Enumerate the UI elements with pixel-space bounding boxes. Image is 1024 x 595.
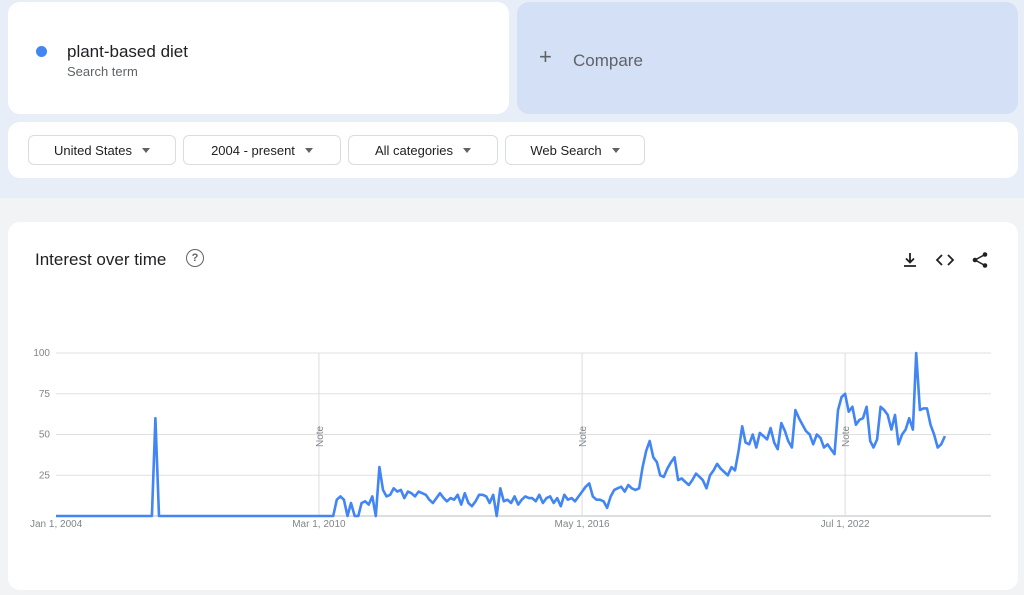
time-range-filter[interactable]: 2004 - present xyxy=(183,135,341,165)
search-type-filter[interactable]: Web Search xyxy=(505,135,645,165)
region-filter-label: United States xyxy=(53,142,133,158)
note-label: Note xyxy=(315,425,326,447)
region-filter[interactable]: United States xyxy=(28,135,176,165)
category-filter-label: All categories xyxy=(374,142,454,158)
note-label: Note xyxy=(841,425,852,447)
compare-button[interactable]: + Compare xyxy=(517,2,1018,114)
interest-line-chart[interactable]: 25 50 75 100 Jan 1, 2004 Mar 1, 2010 May 1, 20… xyxy=(8,222,1018,590)
x-tick-label: Jan 1, 2004 xyxy=(30,519,83,530)
plus-icon: + xyxy=(539,44,552,69)
y-tick-label: 50 xyxy=(39,430,51,441)
note-label: Note xyxy=(578,425,589,447)
dropdown-arrow-icon xyxy=(463,147,472,153)
search-term-name[interactable]: plant-based diet xyxy=(67,42,188,62)
dropdown-arrow-icon xyxy=(611,147,620,153)
series-color-dot xyxy=(36,46,47,57)
interest-over-time-card: Interest over time ? 25 50 75 100 Jan 1, 200… xyxy=(8,222,1018,590)
y-tick-label: 100 xyxy=(33,348,50,359)
category-filter[interactable]: All categories xyxy=(348,135,498,165)
y-tick-label: 25 xyxy=(39,470,51,481)
search-type-filter-label: Web Search xyxy=(530,142,602,158)
search-term-subtitle: Search term xyxy=(67,64,138,79)
dropdown-arrow-icon xyxy=(304,147,313,153)
x-tick-label: May 1, 2016 xyxy=(555,519,610,530)
x-tick-label: Jul 1, 2022 xyxy=(821,519,870,530)
compare-label: Compare xyxy=(573,51,643,70)
search-term-card[interactable]: plant-based diet Search term xyxy=(8,2,509,114)
x-tick-label: Mar 1, 2010 xyxy=(292,519,346,530)
filter-bar: United States 2004 - present All categor… xyxy=(8,122,1018,178)
time-range-filter-label: 2004 - present xyxy=(211,142,295,158)
y-tick-label: 75 xyxy=(39,389,51,400)
dropdown-arrow-icon xyxy=(142,147,151,153)
